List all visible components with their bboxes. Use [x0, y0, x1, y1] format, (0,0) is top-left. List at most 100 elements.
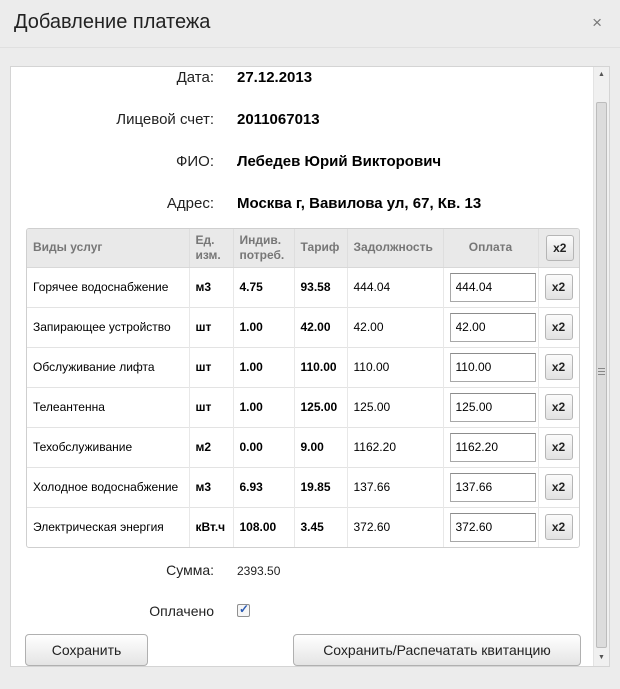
service-cell: Телеантенна [27, 386, 189, 427]
service-cell: Горячее водоснабжение [33, 279, 169, 294]
scroll-down-icon[interactable]: ▼ [594, 650, 609, 666]
table-row: Холодное водоснабжение м3 6.93 19.85 137… [27, 466, 579, 507]
debt-cell: 137.66 [346, 466, 443, 507]
payment-cell [442, 426, 538, 467]
payment-cell [442, 386, 538, 427]
x2-button[interactable]: x2 [544, 474, 573, 500]
payment-input[interactable] [449, 432, 536, 462]
scrollbar-thumb[interactable] [596, 102, 607, 648]
service-cell: Электрическая энергия [27, 506, 189, 547]
total-label: Сумма: [166, 562, 214, 578]
header-consumption: Индив. потреб. [232, 229, 294, 268]
dialog-content: Дата: 27.12.2013 Лицевой счет: 201106701… [10, 66, 610, 667]
dialog-titlebar: Добавление платежа × [0, 0, 620, 48]
unit-cell: шт [188, 386, 233, 427]
unit-cell: м2 [188, 426, 233, 467]
consumption-cell: 1.00 [232, 346, 294, 387]
tariff-cell: 19.85 [293, 466, 347, 507]
tariff-cell: 9.00 [293, 426, 347, 467]
consumption-cell: 6.93 [232, 466, 294, 507]
x2-button[interactable]: x2 [544, 514, 573, 541]
unit-cell: м3 [188, 466, 233, 507]
table-row: Техобслуживание м2 0.00 9.00 1162.20 x2 [27, 426, 579, 467]
checkmark-icon: ✓ [239, 602, 250, 616]
x2-cell: x2 [537, 426, 579, 467]
x2-cell: x2 [537, 386, 579, 427]
unit-cell: м3 [188, 267, 233, 307]
vertical-scrollbar[interactable]: ▲ ▼ [593, 67, 609, 666]
header-payment: Оплата [442, 229, 538, 268]
scroll-up-icon[interactable]: ▲ [594, 67, 609, 83]
address-value: Москва г, Вавилова ул, 67, Кв. 13 [237, 195, 482, 212]
save-button[interactable]: Сохранить [25, 634, 148, 666]
payment-input[interactable] [449, 472, 536, 502]
save-print-button[interactable]: Сохранить/Распечатать квитанцию [293, 634, 581, 666]
services-table: Виды услуг Ед. изм. Индив. потреб. Тариф… [26, 228, 580, 548]
header-service: Виды услуг [27, 229, 189, 268]
debt-cell: 125.00 [346, 386, 443, 427]
x2-button[interactable]: x2 [544, 314, 573, 340]
header-unit: Ед. изм. [188, 229, 233, 268]
x2-button[interactable]: x2 [544, 274, 573, 300]
consumption-cell: 1.00 [232, 386, 294, 427]
header-tariff: Тариф [293, 229, 347, 268]
debt-cell: 110.00 [346, 346, 443, 387]
tariff-cell: 93.58 [293, 267, 347, 307]
x2-cell: x2 [537, 306, 579, 347]
x2-button[interactable]: x2 [544, 354, 573, 380]
header-x2-cell: x2 [537, 229, 579, 268]
payment-cell [442, 346, 538, 387]
consumption-cell: 1.00 [232, 306, 294, 347]
account-value: 2011067013 [237, 111, 320, 128]
unit-cell: шт [188, 346, 233, 387]
date-value: 27.12.2013 [237, 69, 313, 86]
payment-cell [442, 267, 538, 307]
debt-cell: 372.60 [346, 506, 443, 547]
name-value: Лебедев Юрий Викторович [237, 153, 442, 170]
address-label: Адрес: [166, 195, 214, 212]
name-label: ФИО: [175, 153, 214, 170]
debt-cell: 42.00 [346, 306, 443, 347]
paid-checkbox[interactable]: ✓ [237, 602, 250, 617]
service-cell: Обслуживание лифта [27, 346, 189, 387]
payment-input[interactable] [449, 352, 536, 382]
x2-cell: x2 [537, 506, 579, 547]
table-row: Запирающее устройство шт 1.00 42.00 42.0… [27, 306, 579, 347]
x2-cell: x2 [537, 267, 579, 307]
payment-cell [442, 466, 538, 507]
service-cell: Запирающее устройство [27, 306, 189, 347]
x2-button[interactable]: x2 [544, 394, 573, 420]
tariff-cell: 125.00 [293, 386, 347, 427]
x2-cell: x2 [537, 466, 579, 507]
table-row: Телеантенна шт 1.00 125.00 125.00 x2 [27, 386, 579, 427]
consumption-cell: 4.75 [232, 267, 294, 307]
tariff-cell: 42.00 [293, 306, 347, 347]
payment-input[interactable] [449, 272, 536, 302]
paid-label: Оплачено [149, 603, 214, 619]
payment-input[interactable] [449, 392, 536, 422]
tariff-cell: 3.45 [293, 506, 347, 547]
payment-input[interactable] [449, 312, 536, 342]
tariff-cell: 110.00 [293, 346, 347, 387]
unit-cell: шт [188, 306, 233, 347]
table-header-row: Виды услуг Ед. изм. Индив. потреб. Тариф… [27, 229, 579, 268]
dialog-title: Добавление платежа [14, 11, 211, 33]
account-label: Лицевой счет: [116, 111, 214, 128]
payment-input[interactable] [449, 512, 536, 542]
close-icon[interactable]: × [592, 14, 602, 31]
service-cell: Холодное водоснабжение [27, 466, 189, 507]
x2-all-button[interactable]: x2 [545, 234, 574, 261]
table-row: Горячее водоснабжение м3 4.75 93.58 444.… [27, 267, 579, 307]
table-row: Обслуживание лифта шт 1.00 110.00 110.00… [27, 346, 579, 387]
debt-cell: 1162.20 [346, 426, 443, 467]
grip-icon [598, 368, 605, 375]
date-label: Дата: [176, 69, 214, 86]
total-value: 2393.50 [237, 564, 281, 578]
payment-cell [442, 306, 538, 347]
service-cell: Техобслуживание [27, 426, 189, 467]
table-row: Электрическая энергия кВт.ч 108.00 3.45 … [27, 506, 579, 547]
x2-button[interactable]: x2 [544, 434, 573, 460]
consumption-cell: 108.00 [232, 506, 294, 547]
header-debt: Задолжность [346, 229, 443, 268]
unit-cell: кВт.ч [188, 506, 233, 547]
